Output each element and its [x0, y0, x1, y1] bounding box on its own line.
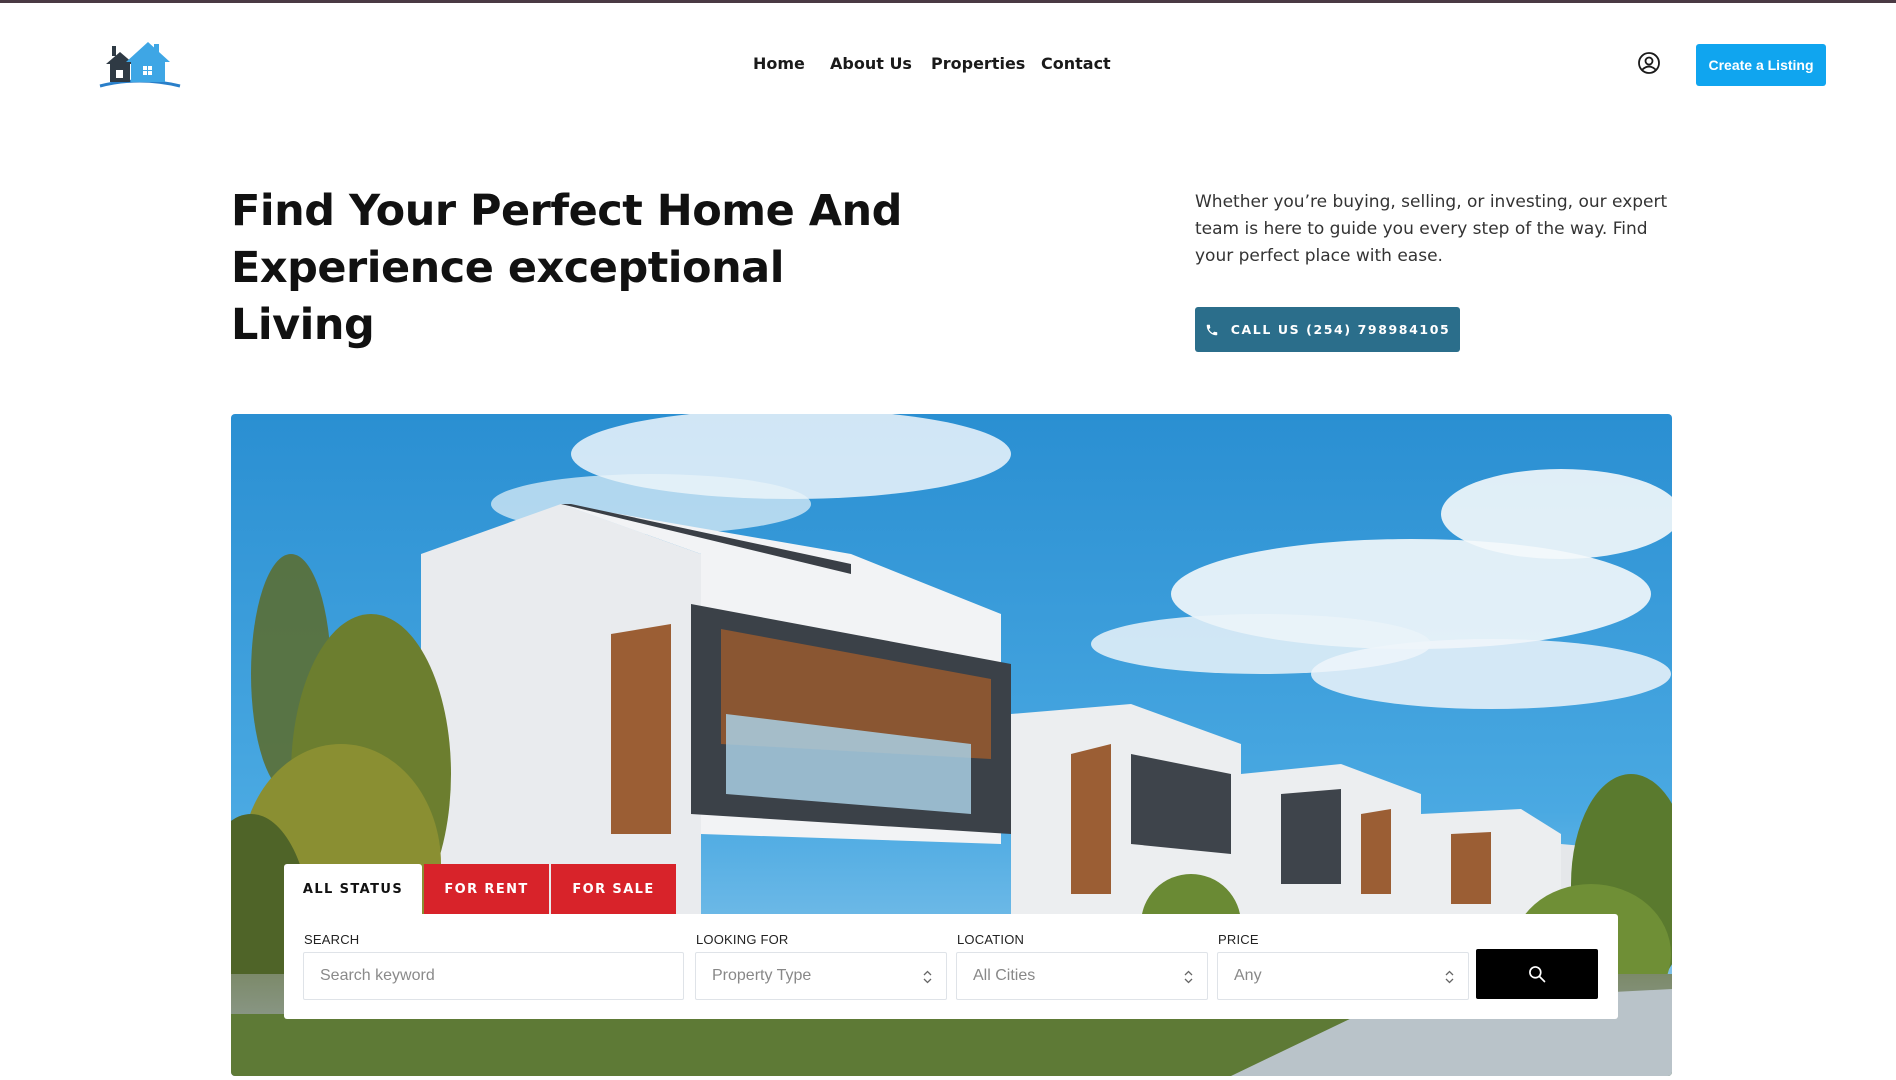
price-select[interactable]: Any — [1217, 952, 1469, 1000]
status-tabs: ALL STATUS FOR RENT FOR SALE — [284, 864, 676, 914]
price-label: PRICE — [1218, 932, 1259, 947]
looking-for-label: LOOKING FOR — [696, 932, 789, 947]
chevron-up-down-icon — [923, 970, 932, 984]
user-circle-icon — [1638, 52, 1660, 74]
price-value: Any — [1234, 967, 1262, 984]
phone-icon — [1206, 324, 1217, 335]
hero-title-line: Find Your Perfect Home And — [231, 186, 902, 236]
nav-home[interactable]: Home — [753, 54, 805, 73]
call-us-label: CALL US (254) 798984105 — [1230, 322, 1451, 337]
location-label: LOCATION — [957, 932, 1025, 947]
location-value: All Cities — [973, 967, 1036, 984]
property-type-value: Property Type — [712, 967, 812, 984]
nav-properties[interactable]: Properties — [931, 54, 1025, 73]
tab-all-status[interactable]: ALL STATUS — [284, 864, 422, 914]
search-panel: SEARCH LOOKING FOR Property Type LOCATIO… — [284, 914, 1618, 1019]
main-nav: Home About Us Properties Contact — [0, 54, 1896, 78]
chevron-up-down-icon — [1184, 970, 1193, 984]
hero-description: Whether you’re buying, selling, or inves… — [1195, 192, 1668, 266]
chevron-up-down-icon — [1445, 970, 1454, 984]
search-submit-button[interactable] — [1476, 949, 1598, 999]
tab-for-rent[interactable]: FOR RENT — [424, 864, 549, 914]
search-field[interactable] — [303, 952, 684, 1000]
location-select[interactable]: All Cities — [956, 952, 1208, 1000]
nav-about-us[interactable]: About Us — [830, 54, 912, 73]
call-us-button[interactable]: CALL US (254) 798984105 — [1195, 307, 1460, 352]
tab-for-sale[interactable]: FOR SALE — [551, 864, 676, 914]
hero-title-line: Living — [231, 300, 375, 350]
property-type-select[interactable]: Property Type — [695, 952, 947, 1000]
hero-title: Find Your Perfect Home And Experience ex… — [231, 183, 931, 354]
search-input[interactable] — [320, 967, 683, 985]
create-listing-button[interactable]: Create a Listing — [1696, 44, 1826, 86]
search-icon — [1529, 966, 1546, 983]
top-border — [0, 0, 1896, 3]
hero-title-line: Experience exceptional — [231, 243, 784, 293]
nav-contact[interactable]: Contact — [1041, 54, 1111, 73]
user-account-button[interactable] — [1637, 51, 1661, 75]
search-label: SEARCH — [304, 932, 360, 947]
